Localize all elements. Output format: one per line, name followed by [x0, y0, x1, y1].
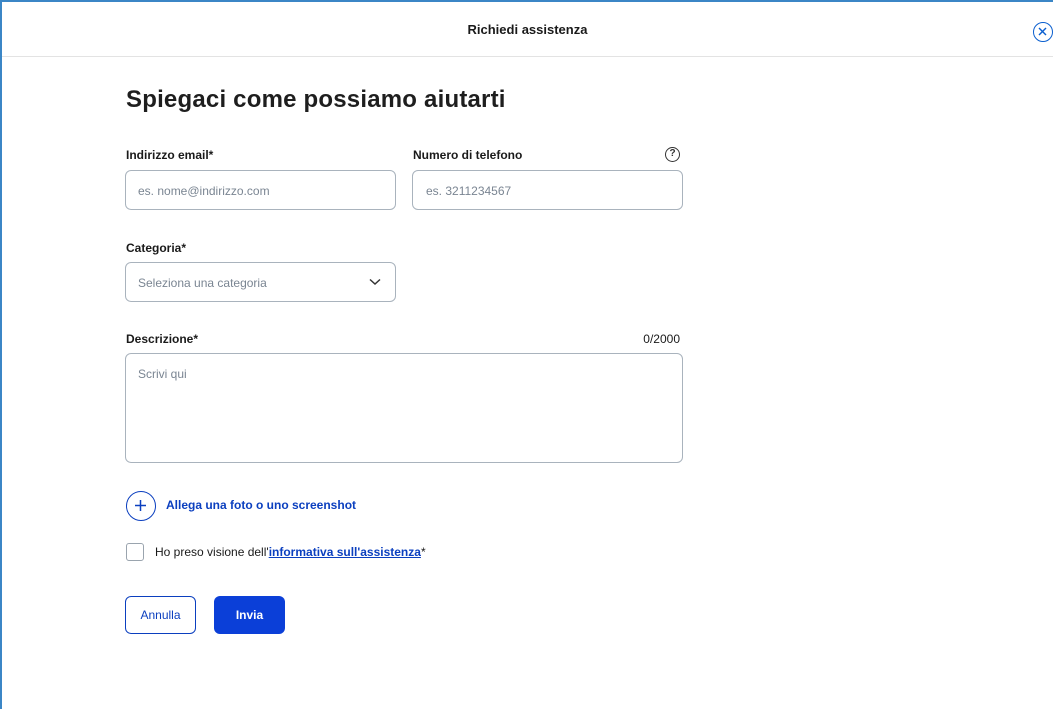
page-title: Spiegaci come possiamo aiutarti [126, 86, 506, 113]
close-circle-icon [1038, 27, 1047, 36]
phone-label: Numero di telefono [413, 148, 523, 162]
consent-text-before: Ho preso visione dell' [155, 545, 269, 559]
category-placeholder: Seleziona una categoria [138, 276, 267, 290]
email-label: Indirizzo email* [126, 148, 214, 162]
consent-checkbox[interactable] [126, 543, 144, 561]
dialog-header: Richiedi assistenza [2, 2, 1053, 57]
required-asterisk: * [420, 545, 426, 559]
category-label: Categoria* [126, 241, 187, 255]
close-button[interactable] [1033, 22, 1053, 42]
email-field[interactable]: es. nome@indirizzo.com [125, 170, 396, 210]
phone-field[interactable]: es. 3211234567 [412, 170, 683, 210]
privacy-policy-link[interactable]: informativa sull'assistenza [269, 545, 421, 559]
consent-text: Ho preso visione dell'informativa sull'a… [155, 545, 426, 559]
chevron-down-icon [369, 278, 381, 286]
email-placeholder: es. nome@indirizzo.com [138, 184, 270, 198]
question-circle-icon[interactable]: ? [665, 147, 680, 162]
dialog-title: Richiedi assistenza [467, 22, 588, 37]
phone-placeholder: es. 3211234567 [426, 184, 512, 198]
attach-button[interactable] [126, 491, 156, 521]
cancel-button[interactable]: Annulla [125, 596, 196, 634]
category-select[interactable]: Seleziona una categoria [125, 262, 396, 302]
description-textarea[interactable]: Scrivi qui [125, 353, 683, 463]
plus-circle-icon [135, 500, 146, 511]
attach-link[interactable]: Allega una foto o uno screenshot [166, 498, 356, 512]
description-label: Descrizione* [126, 332, 199, 346]
description-placeholder: Scrivi qui [138, 367, 187, 381]
character-counter: 0/2000 [643, 332, 680, 346]
submit-button[interactable]: Invia [214, 596, 285, 634]
